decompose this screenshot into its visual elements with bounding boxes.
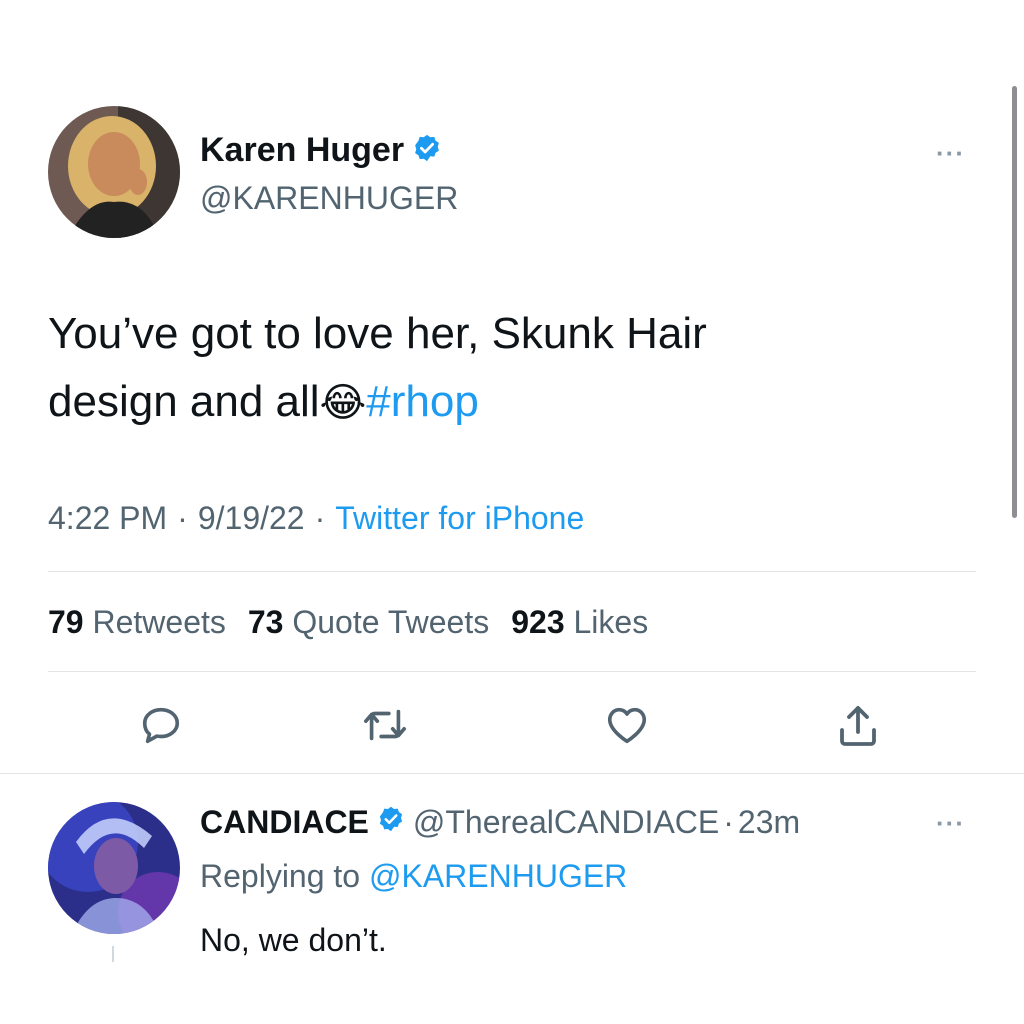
like-button[interactable] xyxy=(604,702,650,748)
divider xyxy=(0,773,1024,774)
retweets-label: Retweets xyxy=(92,604,226,640)
author-avatar[interactable] xyxy=(48,106,180,238)
tweet-text-line1: You’ve got to love her, Skunk Hair xyxy=(48,309,707,358)
timestamp-row: 4:22 PM · 9/19/22 · Twitter for iPhone xyxy=(48,498,584,538)
tweet-text-line2: design and all😂#rhop xyxy=(48,368,968,437)
quote-tweets-label: Quote Tweets xyxy=(292,604,490,640)
separator-dot: · xyxy=(314,500,326,536)
reply-header: CANDIACE @TherealCANDIACE · 23m xyxy=(200,802,800,842)
quote-tweets-count: 73 xyxy=(247,604,284,640)
engagement-stats: 79 Retweets 73 Quote Tweets 923 Likes xyxy=(48,602,648,642)
verified-badge-icon xyxy=(377,804,405,841)
separator-dot: · xyxy=(177,500,188,536)
reply-text: No, we don’t. xyxy=(200,922,387,958)
author-name-row: Karen Huger xyxy=(200,130,442,170)
replying-to-row: Replying to @KARENHUGER xyxy=(200,856,627,896)
replying-to-label: Replying to xyxy=(200,858,361,894)
like-icon xyxy=(604,702,650,748)
replying-to-handle-link[interactable]: @KARENHUGER xyxy=(369,858,627,894)
reply-author-name[interactable]: CANDIACE xyxy=(200,804,369,841)
likes-stat[interactable]: 923 Likes xyxy=(511,602,648,642)
divider xyxy=(48,571,976,572)
share-button[interactable] xyxy=(834,702,882,750)
likes-count: 923 xyxy=(511,604,565,640)
reply-author-avatar[interactable] xyxy=(48,802,180,934)
likes-label: Likes xyxy=(573,604,649,640)
scrollbar-thumb[interactable] xyxy=(1012,86,1017,518)
more-options-icon[interactable]: ··· xyxy=(936,140,965,166)
reply-age[interactable]: 23m xyxy=(738,804,800,841)
author-name[interactable]: Karen Huger xyxy=(200,131,404,170)
tweet-time[interactable]: 4:22 PM xyxy=(48,498,167,538)
reply-more-options-icon[interactable]: ··· xyxy=(936,810,965,836)
tweet-date[interactable]: 9/19/22 xyxy=(198,498,305,538)
laughing-emoji-icon: 😂 xyxy=(319,381,367,425)
tweet-source-link[interactable]: Twitter for iPhone xyxy=(335,498,584,538)
reply-author-handle[interactable]: @TherealCANDIACE xyxy=(413,804,719,841)
reply-icon xyxy=(138,702,184,748)
retweet-button[interactable] xyxy=(360,702,410,748)
hashtag-link[interactable]: #rhop xyxy=(366,377,479,426)
retweet-icon xyxy=(360,702,410,748)
share-icon xyxy=(834,702,882,750)
verified-badge-icon xyxy=(412,133,442,168)
quote-tweets-stat[interactable]: 73 Quote Tweets xyxy=(248,602,489,642)
tweet-text-part: design and all xyxy=(48,377,320,426)
separator-dot: · xyxy=(723,803,734,840)
tweet-text: You’ve got to love her, Skunk Hair desig… xyxy=(48,300,968,437)
retweets-stat[interactable]: 79 Retweets xyxy=(48,602,226,642)
reply-button[interactable] xyxy=(138,702,184,748)
thread-line xyxy=(112,946,114,962)
retweets-count: 79 xyxy=(48,604,84,640)
divider xyxy=(48,671,976,672)
author-handle[interactable]: @KARENHUGER xyxy=(200,178,458,218)
